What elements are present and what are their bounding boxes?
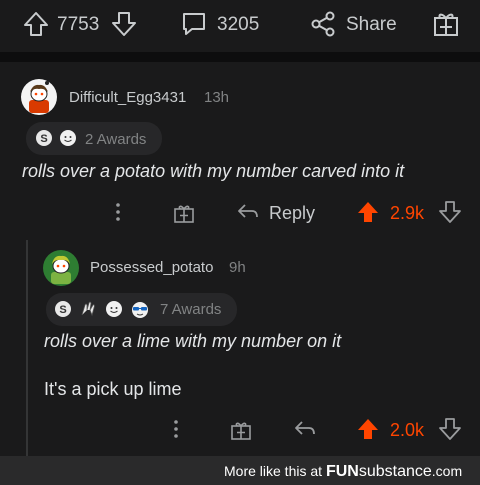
silver-award-icon: S	[35, 129, 53, 147]
wholesome-award-icon	[105, 300, 123, 318]
watermark-brand-sub: substance	[358, 463, 432, 480]
upvote-icon[interactable]	[356, 417, 380, 441]
thread-line[interactable]	[26, 240, 28, 456]
comment-timestamp: 13h	[204, 89, 230, 106]
upvote-icon[interactable]	[22, 10, 50, 38]
comment-timestamp: 9h	[229, 259, 246, 276]
more-options-icon[interactable]	[171, 419, 181, 439]
avatar[interactable]	[20, 78, 58, 116]
sunglasses-award-icon	[130, 299, 150, 319]
more-options-icon[interactable]	[113, 202, 123, 222]
reply-arrow-icon[interactable]	[293, 419, 317, 439]
svg-text:S: S	[40, 133, 47, 145]
comment-score: 2.0k	[390, 420, 425, 440]
downvote-icon[interactable]	[110, 10, 138, 38]
comment-score: 2.9k	[390, 203, 425, 223]
awards-count: 7 Awards	[160, 301, 222, 318]
reply-arrow-icon[interactable]	[236, 202, 260, 222]
avatar[interactable]	[42, 249, 80, 287]
share-icon[interactable]	[309, 10, 337, 38]
comment-body: It's a pick up lime	[44, 379, 182, 399]
award-gift-icon[interactable]	[230, 419, 252, 441]
awards-count: 2 Awards	[85, 131, 147, 148]
silver-award-icon: S	[54, 300, 72, 318]
award-gift-icon[interactable]	[173, 202, 195, 224]
downvote-icon[interactable]	[438, 200, 462, 224]
post-comment-count[interactable]: 3205	[217, 14, 259, 36]
watermark-brand-fun: FUN	[325, 463, 359, 480]
watermark-brand-tld: .com	[431, 463, 463, 479]
comment-username[interactable]: Difficult_Egg3431	[69, 89, 186, 106]
share-button[interactable]: Share	[346, 14, 397, 36]
downvote-icon[interactable]	[438, 417, 462, 441]
comment-username[interactable]: Possessed_potato	[90, 259, 213, 276]
upvote-icon[interactable]	[356, 200, 380, 224]
section-divider	[0, 52, 480, 62]
hands-award-icon	[78, 299, 98, 319]
watermark-text: More like this at FUNsubstance.com	[224, 463, 462, 481]
post-vote-count: 7753	[57, 14, 100, 35]
comment-body: rolls over a lime with my number on it	[44, 331, 342, 351]
comment-bubble-icon[interactable]	[180, 10, 208, 38]
award-gift-icon[interactable]	[432, 10, 460, 38]
comment-body: rolls over a potato with my number carve…	[22, 161, 405, 181]
wholesome-award-icon	[59, 129, 77, 147]
reply-button[interactable]: Reply	[269, 203, 315, 224]
watermark-prefix: More like this at	[224, 463, 323, 479]
svg-text:S: S	[59, 304, 66, 316]
